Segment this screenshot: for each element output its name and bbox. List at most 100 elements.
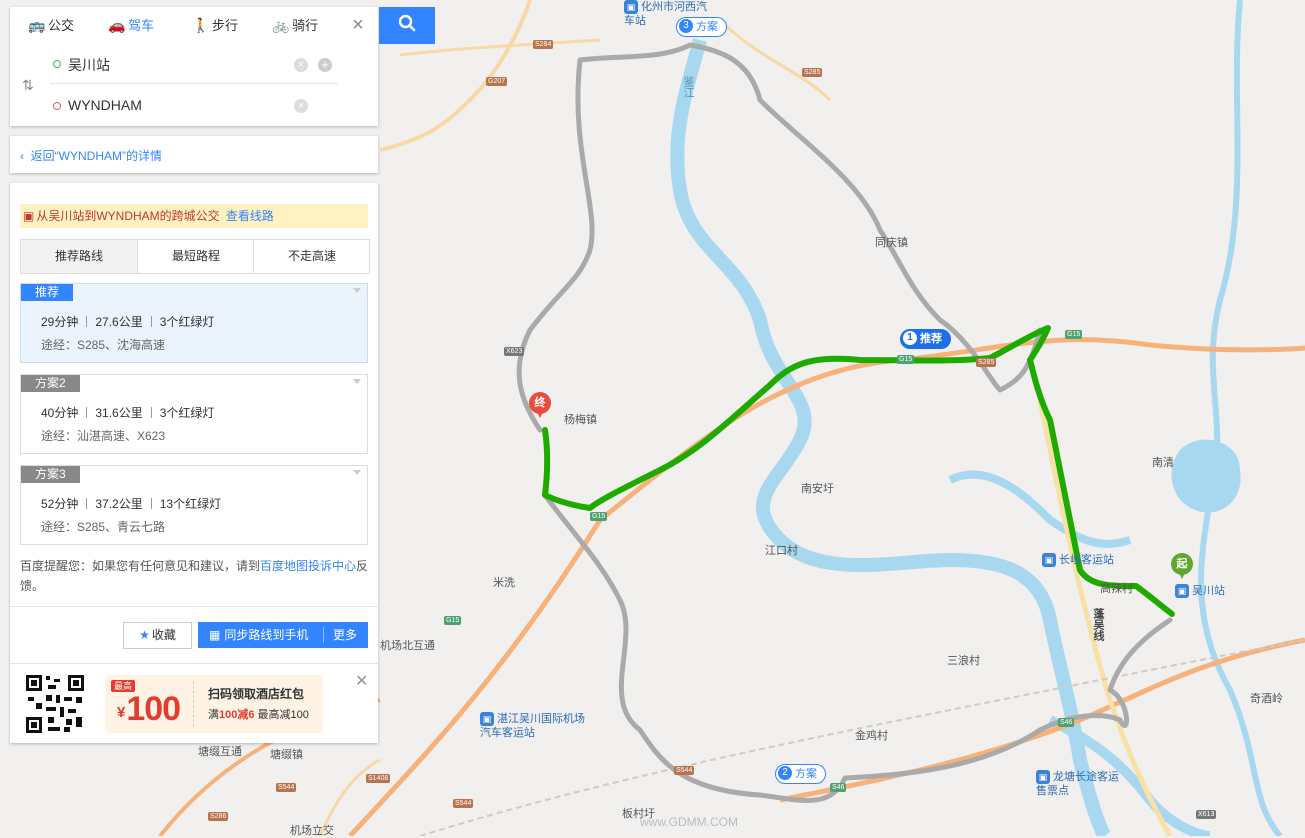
bus-icon: 🚌 — [28, 17, 46, 33]
route-stats: 40分钟 31.6公里 3个红绿灯 — [41, 406, 215, 420]
bus-station-icon: ▣ — [480, 712, 494, 726]
route-stats: 52分钟 37.2公里 13个红绿灯 — [41, 497, 222, 511]
route-bubble-plan3[interactable]: 3 方案 — [676, 17, 727, 37]
favorite-button[interactable]: ★ 收藏 — [123, 622, 192, 649]
clear-icon[interactable]: × — [294, 58, 308, 72]
route-card[interactable]: 方案2 40分钟 31.6公里 3个红绿灯 途经：汕湛高速、X623 — [20, 374, 368, 454]
more-button[interactable]: 更多 — [333, 622, 357, 648]
place-label: 金鸡村 — [855, 730, 888, 742]
plan-tabs: 推荐路线 最短路程 不走高速 — [20, 239, 370, 274]
close-icon[interactable]: × — [348, 15, 368, 35]
road-shield: S544 — [276, 783, 297, 792]
divider — [323, 627, 324, 643]
place-label: 塘缀镇 — [270, 749, 303, 761]
road-shield: S46 — [830, 783, 847, 792]
place-label: 塘缀互通 — [198, 746, 242, 758]
road-shield: S285 — [802, 68, 823, 77]
road-shield: G15 — [897, 355, 915, 364]
road-shield: S544 — [453, 799, 474, 808]
tab-recommended[interactable]: 推荐路线 — [21, 240, 137, 273]
road-label: 蓬吴线 — [1092, 608, 1104, 641]
place-label: 机场北互通 — [380, 640, 435, 652]
road-shield: S284 — [533, 40, 554, 49]
swap-icon[interactable]: ⇅ — [22, 77, 34, 94]
road-shield: S544 — [674, 766, 695, 775]
car-icon: 🚗 — [108, 17, 126, 33]
route-tag: 方案2 — [21, 375, 80, 392]
place-label: 南清 — [1152, 457, 1174, 469]
route-tag: 方案3 — [21, 466, 80, 483]
place-label: 同庆镇 — [875, 237, 908, 249]
road-shield: S286 — [208, 812, 229, 821]
poi-changqi-station[interactable]: ▣ 长岐客运站 — [1042, 553, 1114, 567]
bus-station-icon: ▣ — [1036, 770, 1050, 784]
divider — [10, 606, 378, 607]
divider — [193, 681, 195, 727]
tab-walk[interactable]: 🚶 步行 — [192, 7, 238, 43]
bus-station-icon: ▣ — [1042, 553, 1056, 567]
route-bubble-plan2[interactable]: 2 方案 — [775, 764, 826, 784]
route-stats: 29分钟 27.6公里 3个红绿灯 — [41, 315, 215, 329]
bus-icon: ▣ — [23, 209, 35, 223]
end-marker[interactable]: 终 — [529, 392, 551, 418]
tab-bike[interactable]: 🚲 骑行 — [272, 7, 318, 43]
bus-station-icon: ▣ — [624, 0, 638, 14]
close-icon[interactable]: ✕ — [355, 671, 368, 691]
promo-amount: ¥100 — [117, 690, 181, 728]
start-marker[interactable]: 起 — [1171, 553, 1193, 579]
road-shield: X623 — [504, 347, 525, 356]
route-search-box: 🚌 公交 🚗 驾车 🚶 步行 🚲 骑行 × ⇅ 吴川站 × + WYNDHAM × — [10, 7, 378, 126]
chevron-left-icon: ‹ — [20, 149, 31, 163]
place-label: 米洗 — [493, 577, 515, 589]
tab-drive[interactable]: 🚗 驾车 — [108, 7, 154, 43]
promo-subtitle: 满100减6 最高减100 — [208, 709, 309, 721]
road-shield: S46 — [1058, 718, 1075, 727]
feedback-note: 百度提醒您：如果您有任何意见和建议，请到百度地图投诉中心反馈。 — [20, 559, 369, 593]
qr-code — [24, 673, 86, 735]
poi-longtang[interactable]: ▣ 龙塘长途客运售票点 — [1036, 770, 1126, 798]
tab-bus[interactable]: 🚌 公交 — [28, 7, 74, 43]
road-shield: S285 — [976, 358, 997, 367]
travel-mode-tabs: 🚌 公交 🚗 驾车 🚶 步行 🚲 骑行 — [10, 7, 350, 43]
place-label: 江口村 — [765, 545, 798, 557]
route-via: 途经：S285、沈海高速 — [41, 338, 166, 352]
road-shield: S1408 — [366, 774, 391, 783]
poi-wuchuan-station[interactable]: ▣ 吴川站 — [1175, 584, 1225, 598]
route-bubble-recommended[interactable]: 1 推荐 — [900, 329, 951, 349]
qr-grid-icon: ▦ — [209, 628, 221, 642]
route-card[interactable]: 推荐 29分钟 27.6公里 3个红绿灯 途经：S285、沈海高速 — [20, 283, 368, 363]
route-result-panel: ▣ 从吴川站到WYNDHAM的跨城公交 查看线路 推荐路线 最短路程 不走高速 推荐… — [10, 183, 378, 743]
back-link[interactable]: ‹ 返回“WYNDHAM”的详情 — [20, 147, 162, 164]
clear-icon[interactable]: × — [294, 99, 308, 113]
poi-airport-bus[interactable]: ▣ 湛江吴川国际机场汽车客运站 — [480, 712, 590, 740]
route-via: 途经：S285、青云七路 — [41, 520, 166, 534]
complaint-center-link[interactable]: 百度地图投诉中心 — [260, 559, 356, 573]
road-shield: G15 — [590, 512, 608, 521]
place-label: 南安圩 — [801, 483, 834, 495]
place-label: 三浪村 — [947, 655, 980, 667]
end-input[interactable]: WYNDHAM × — [50, 87, 338, 125]
place-label: 奇酒岭 — [1250, 693, 1283, 705]
tab-shortest[interactable]: 最短路程 — [137, 240, 254, 273]
search-button[interactable] — [379, 7, 435, 44]
tab-no-highway[interactable]: 不走高速 — [253, 240, 370, 273]
view-bus-link[interactable]: 查看线路 — [226, 209, 274, 223]
route-card[interactable]: 方案3 52分钟 37.2公里 13个红绿灯 途经：S285、青云七路 — [20, 465, 368, 545]
sync-to-phone-button[interactable]: ▦ 同步路线到手机 更多 — [198, 622, 368, 648]
walk-icon: 🚶 — [192, 17, 210, 33]
road-shield: G15 — [1065, 330, 1083, 339]
road-shield: G207 — [486, 77, 508, 86]
add-waypoint-icon[interactable]: + — [318, 58, 332, 72]
back-bar: ‹ 返回“WYNDHAM”的详情 — [10, 136, 378, 173]
hotel-promo-banner[interactable]: 最高 ¥100 扫码领取酒店红包 满100减6 最高减100 — [105, 675, 323, 733]
river-label: 鉴江 — [682, 76, 694, 98]
start-dot-icon — [53, 60, 61, 68]
chevron-down-icon — [353, 470, 361, 475]
chevron-down-icon — [353, 288, 361, 293]
bike-icon: 🚲 — [272, 17, 290, 33]
start-input[interactable]: 吴川站 × + — [50, 45, 338, 84]
chevron-down-icon — [353, 379, 361, 384]
place-label: 杨梅镇 — [564, 414, 597, 426]
road-shield: G15 — [444, 616, 462, 625]
route-via: 途经：汕湛高速、X623 — [41, 429, 166, 443]
